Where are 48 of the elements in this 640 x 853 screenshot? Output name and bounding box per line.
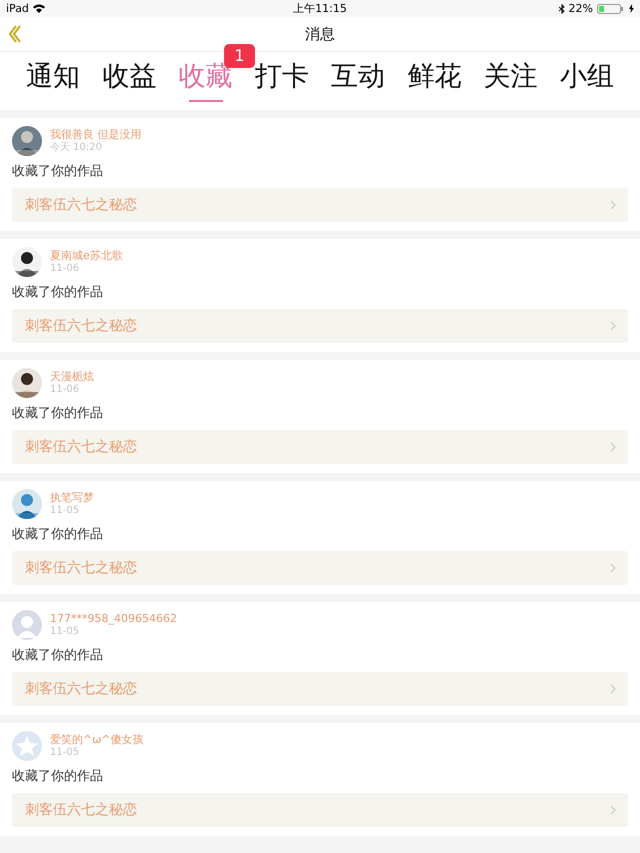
tab[interactable]: 关注 — [482, 52, 540, 104]
tab[interactable]: 互动 — [329, 52, 388, 104]
message-text: 收藏了你的作品 — [12, 405, 104, 423]
charging-icon — [629, 4, 634, 13]
page-title: 消息 — [305, 24, 335, 44]
message-time: 今天 10:20 — [50, 142, 103, 154]
device-name: iPad — [6, 2, 29, 15]
bluetooth-icon — [558, 4, 565, 14]
status-time: 上午11:15 — [293, 1, 347, 16]
user-name[interactable]: 爱笑的^ω^傻女孩 — [50, 733, 144, 747]
message-text: 收藏了你的作品 — [12, 284, 104, 302]
battery-percent: 22% — [568, 2, 593, 15]
message-time: 11-05 — [50, 747, 80, 759]
chevron-right-icon — [610, 321, 616, 331]
chevron-right-icon — [610, 200, 616, 210]
work-link[interactable]: 刺客伍六七之秘恋 — [12, 551, 628, 585]
message-text: 收藏了你的作品 — [12, 163, 104, 181]
avatar-icon — [12, 610, 42, 640]
message-time: 11-05 — [50, 505, 80, 517]
message-time: 11-05 — [50, 626, 80, 638]
work-link[interactable]: 刺客伍六七之秘恋 — [12, 672, 628, 706]
message-text: 收藏了你的作品 — [12, 526, 104, 544]
message-text: 收藏了你的作品 — [12, 647, 104, 665]
work-link[interactable]: 刺客伍六七之秘恋 — [12, 793, 628, 827]
tab[interactable]: 打卡 — [252, 52, 311, 104]
user-name[interactable]: 执笔写梦 — [50, 491, 94, 505]
user-name[interactable]: 天漫栀炫 — [50, 370, 94, 384]
message-time: 11-06 — [50, 263, 80, 275]
back-icon[interactable] — [8, 25, 22, 43]
chevron-right-icon — [610, 805, 616, 815]
user-name[interactable]: 我很善良 但是没用 — [50, 128, 142, 142]
tab[interactable]: 鲜花 — [405, 52, 464, 104]
chevron-right-icon — [610, 442, 616, 452]
user-name[interactable]: 夏南城e苏北歌 — [50, 249, 123, 263]
work-link[interactable]: 刺客伍六七之秘恋 — [12, 188, 628, 222]
message-time: 11-06 — [50, 384, 80, 396]
tab[interactable]: 通知 — [24, 52, 82, 104]
battery-icon — [597, 4, 625, 14]
wifi-icon — [32, 4, 45, 13]
chevron-right-icon — [610, 563, 616, 573]
tab-underline — [188, 100, 223, 102]
tab[interactable]: 小组 — [558, 52, 616, 104]
work-link[interactable]: 刺客伍六七之秘恋 — [12, 430, 628, 464]
work-link[interactable]: 刺客伍六七之秘恋 — [12, 309, 628, 343]
user-name[interactable]: 177***958_409654662 — [50, 612, 177, 626]
chevron-right-icon — [610, 684, 616, 694]
message-text: 收藏了你的作品 — [12, 768, 104, 786]
tab[interactable]: 收益 — [100, 52, 158, 104]
